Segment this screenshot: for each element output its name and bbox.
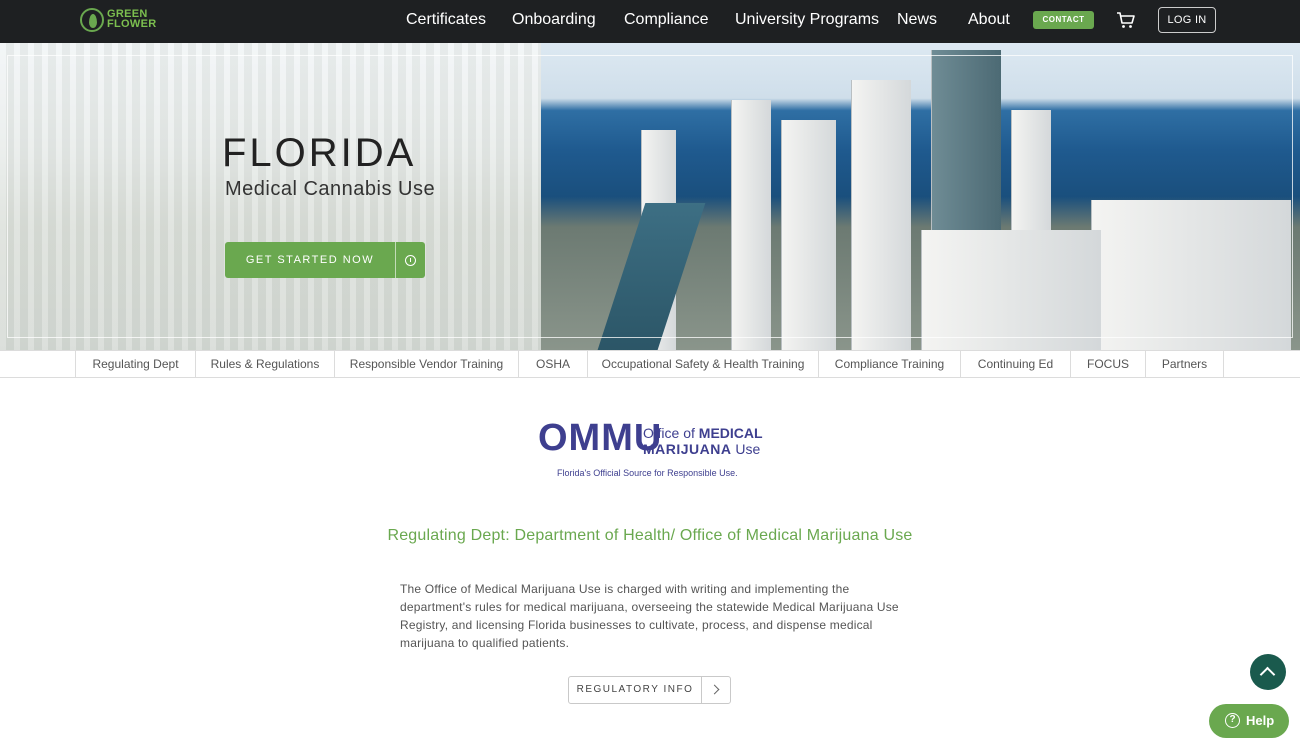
chevron-up-icon [1259,666,1276,683]
section-body: The Office of Medical Marijuana Use is c… [400,582,899,650]
nav-university-programs[interactable]: University Programs [735,11,879,29]
login-button[interactable]: LOG IN [1158,7,1216,33]
hero-city-image-right [541,43,1300,350]
building-shape [781,120,836,350]
info-icon[interactable] [405,255,416,266]
subnav-regulating-dept[interactable]: Regulating Dept [75,351,195,378]
greenflower-logo[interactable]: GREEN FLOWER [80,8,156,34]
subnav-osha[interactable]: OSHA [518,351,587,378]
subnav-continuing-ed[interactable]: Continuing Ed [960,351,1070,378]
leaf-icon [89,14,97,28]
subnav-responsible-vendor-training[interactable]: Responsible Vendor Training [334,351,518,378]
cart-icon[interactable] [1116,10,1136,30]
top-navbar: GREEN FLOWER Certificates Onboarding Com… [0,0,1300,43]
help-button[interactable]: ? Help [1209,704,1289,738]
hero-banner: FLORIDA Medical Cannabis Use GET STARTED… [0,43,1300,350]
nav-certificates[interactable]: Certificates [406,11,486,29]
hero-title: FLORIDA [222,131,417,175]
ommu-tagline: Florida's Official Source for Responsibl… [557,468,738,478]
nav-about[interactable]: About [968,11,1010,29]
subnav-focus[interactable]: FOCUS [1070,351,1145,378]
hero-subtitle: Medical Cannabis Use [225,178,436,200]
regulatory-info-label: REGULATORY INFO [576,684,694,695]
subnav-compliance-training[interactable]: Compliance Training [818,351,960,378]
question-circle-icon: ? [1225,713,1240,728]
subnav-rules-regulations[interactable]: Rules & Regulations [195,351,334,378]
get-started-label: GET STARTED NOW [245,254,375,266]
building-shape [851,80,911,350]
button-divider [701,677,702,703]
scroll-to-top-button[interactable] [1250,654,1286,690]
help-label: Help [1246,713,1275,728]
building-shape [731,100,771,350]
building-shape [1091,200,1291,350]
subnav-occupational-safety[interactable]: Occupational Safety & Health Training [587,351,818,378]
get-started-button[interactable]: GET STARTED NOW [225,242,425,278]
ommu-logo-line2: MARIJUANA Use [643,441,761,457]
state-subnav: Regulating Dept Rules & Regulations Resp… [0,350,1300,378]
ommu-logo-line1: Office of MEDICAL [643,425,763,441]
nav-compliance[interactable]: Compliance [624,11,708,29]
nav-news[interactable]: News [897,11,937,29]
regulatory-info-button[interactable]: REGULATORY INFO [568,676,731,704]
section-title: Regulating Dept: Department of Health/ O… [387,527,913,544]
ommu-logo: OMMU Office of MEDICAL MARIJUANA Use Flo… [538,419,768,482]
contact-button[interactable]: CONTACT [1033,11,1094,29]
canal-shape [596,203,706,350]
chevron-right-icon [709,684,720,695]
logo-ring-icon [80,8,104,32]
building-shape [921,230,1101,350]
cta-divider [395,242,396,278]
logo-text-line2: FLOWER [107,18,157,30]
subnav-partners[interactable]: Partners [1145,351,1224,378]
nav-onboarding[interactable]: Onboarding [512,11,596,29]
